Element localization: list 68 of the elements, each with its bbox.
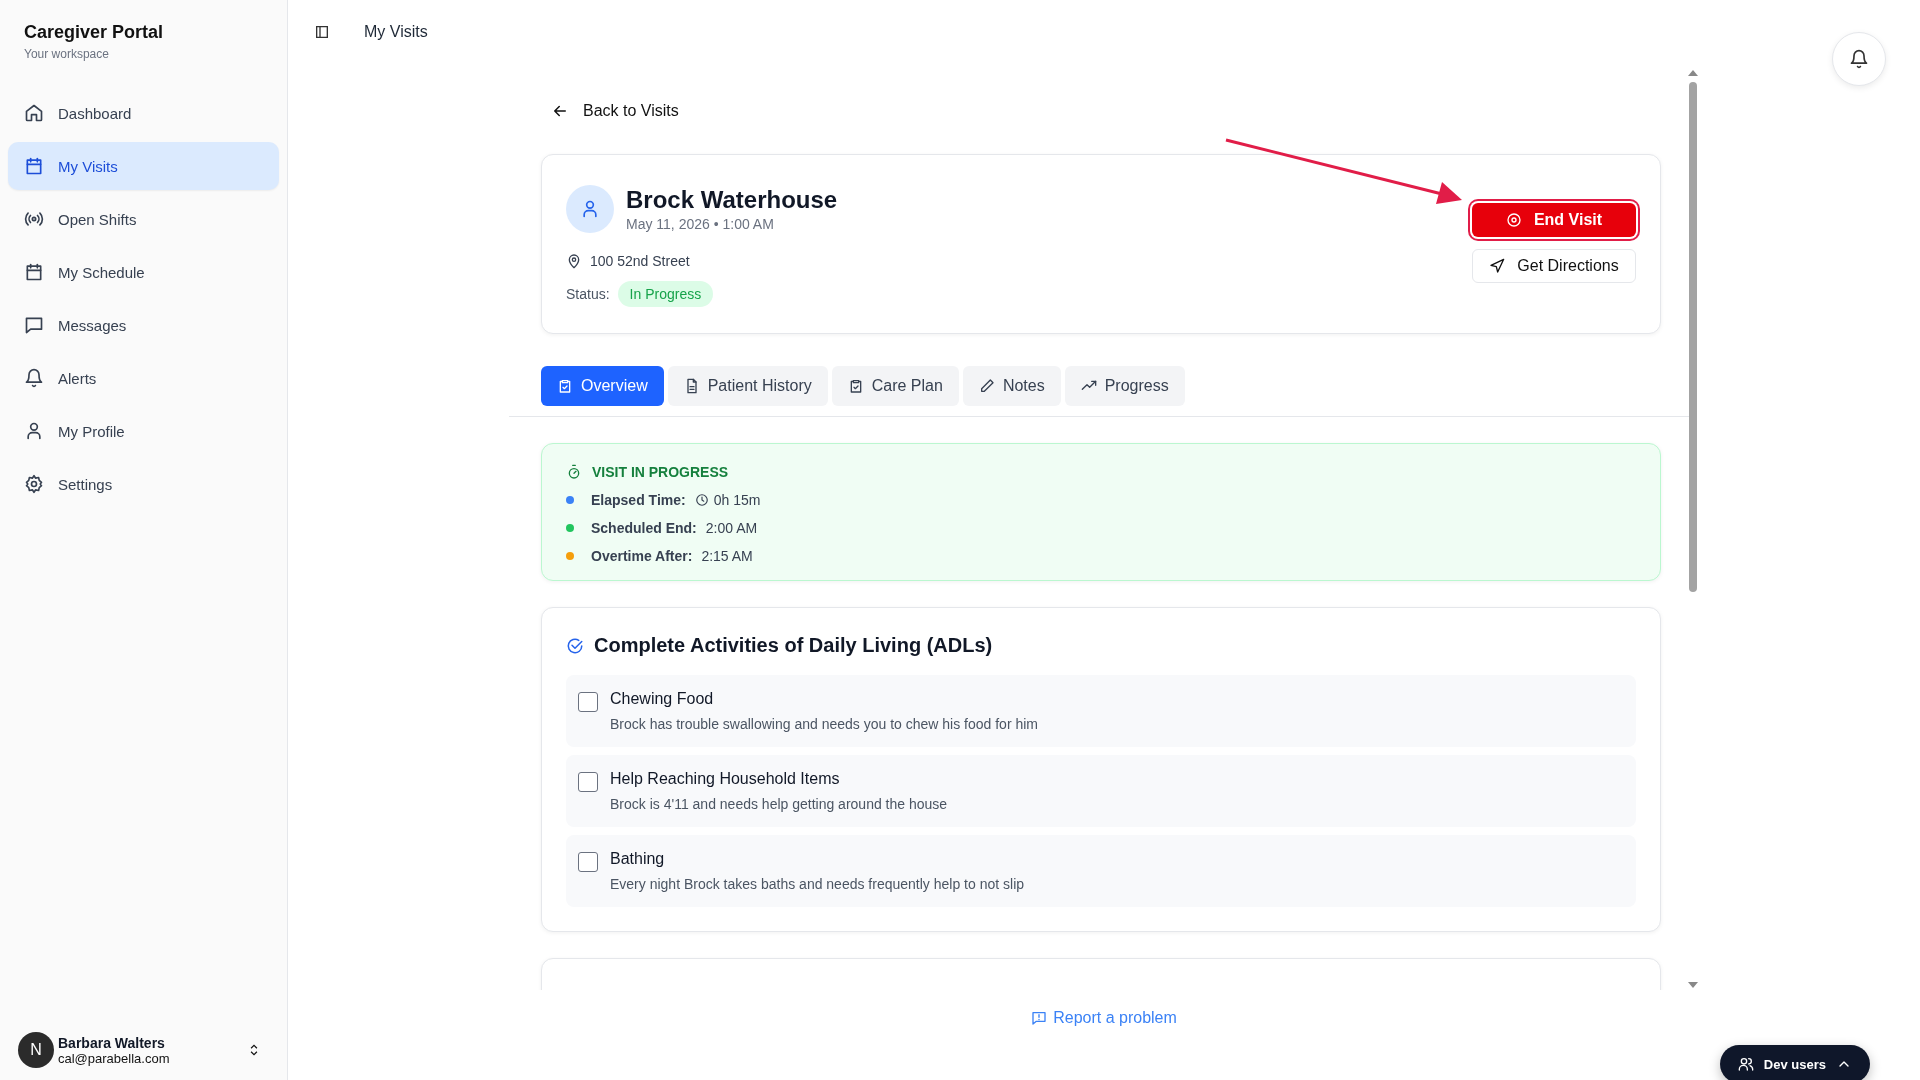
navigation-arrow-icon: [1489, 258, 1506, 274]
progress-label: Scheduled End:: [591, 520, 697, 536]
clock-icon: [694, 493, 709, 507]
activity-name: Bathing: [610, 850, 666, 868]
progress-label: Elapsed Time:: [591, 492, 686, 508]
check-circle-icon: [566, 636, 584, 655]
calendar-icon: [24, 262, 44, 282]
settings-icon: [24, 474, 44, 494]
users-icon: [1737, 1056, 1754, 1072]
tab[interactable]: Progress: [1064, 366, 1185, 406]
dev-users-button[interactable]: Dev users: [1719, 1045, 1870, 1080]
app-title: Caregiver Portal: [24, 22, 165, 43]
person-icon: [580, 199, 600, 219]
checkbox[interactable]: [578, 692, 598, 712]
user-menu[interactable]: N Barbara Walters cal@parabella.com: [8, 1032, 279, 1080]
progress-value: 0h 15m: [713, 492, 761, 508]
progress-value: 2:00 AM: [705, 520, 758, 536]
activity-name: Chewing Food: [610, 690, 715, 708]
report-problem-link[interactable]: Report a problem: [1031, 1006, 1177, 1030]
directions-button[interactable]: Get Directions: [1472, 249, 1636, 283]
tab[interactable]: Patient History: [667, 366, 828, 406]
broadcast-icon: [24, 209, 44, 229]
checkbox[interactable]: [578, 772, 598, 792]
address: 100 52nd Street: [590, 253, 690, 269]
activity-description: Every night Brock takes baths and needs frequently help to not slip: [610, 876, 1025, 892]
bell-icon: [1849, 49, 1869, 69]
bell-icon: [24, 368, 44, 388]
sidebar-toggle-icon[interactable]: [314, 24, 330, 40]
tab[interactable]: Overview: [541, 366, 664, 406]
page-title: My Visits: [364, 23, 428, 41]
progress-value: 2:15 AM: [701, 548, 753, 564]
sidebar-item[interactable]: Settings: [8, 460, 279, 508]
notifications-button[interactable]: [1832, 32, 1886, 86]
app-subtitle: Your workspace: [24, 47, 110, 61]
activity-description: Brock is 4'11 and needs help getting around the house: [610, 796, 948, 812]
house-icon: [24, 103, 44, 123]
stopwatch-icon: [566, 464, 582, 480]
user-name: Barbara Walters: [58, 1034, 166, 1051]
user-avatar: N: [18, 1032, 54, 1068]
tab[interactable]: Care Plan: [831, 366, 959, 406]
chat-bubble-icon: [24, 315, 44, 335]
map-pin-icon: [566, 253, 582, 269]
patient-name: Brock Waterhouse: [626, 186, 838, 214]
section-title: Complete Activities of Daily Living (ADLs): [594, 634, 993, 657]
back-link[interactable]: Back to Visits: [541, 102, 679, 120]
visit-datetime: May 11, 2026 • 1:00 AM: [626, 216, 775, 232]
checkbox[interactable]: [578, 852, 598, 872]
tab[interactable]: Notes: [962, 366, 1061, 406]
status-label: Status:: [566, 286, 610, 302]
panel-title: VISIT IN PROGRESS: [592, 464, 729, 480]
progress-label: Overtime After:: [591, 548, 693, 564]
sidebar-item[interactable]: My Schedule: [8, 248, 279, 296]
sidebar-item[interactable]: Messages: [8, 301, 279, 349]
pencil-icon: [978, 378, 995, 394]
status-badge: In Progress: [617, 281, 714, 307]
activity-name: Help Reaching Household Items: [610, 770, 841, 788]
calendar-icon: [24, 156, 44, 176]
clipboard-icon: [557, 378, 573, 394]
person-icon: [24, 421, 44, 441]
activity-description: Brock has trouble swallowing and needs you to chew his food for him: [610, 716, 1038, 732]
user-email: cal@parabella.com: [58, 1050, 171, 1066]
message-alert-icon: [1031, 1010, 1048, 1026]
sidebar-item[interactable]: Open Shifts: [8, 195, 279, 243]
target-icon: [1505, 212, 1522, 228]
sidebar-item[interactable]: My Visits: [8, 142, 279, 190]
sidebar-item[interactable]: My Profile: [8, 407, 279, 455]
sidebar-item[interactable]: Alerts: [8, 354, 279, 402]
sidebar-item[interactable]: Dashboard: [8, 89, 279, 137]
